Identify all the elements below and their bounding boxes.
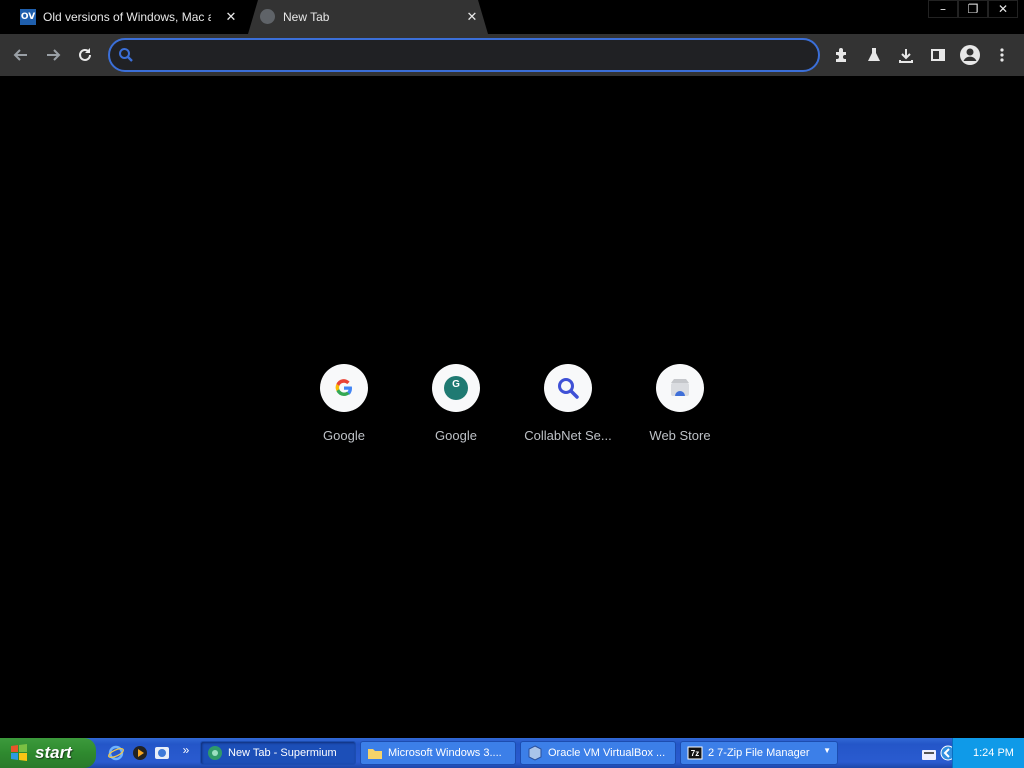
shortcut-tile[interactable]: Web Store — [624, 364, 736, 464]
shortcut-label: Web Store — [649, 428, 711, 443]
close-icon[interactable]: ✕ — [464, 9, 480, 25]
address-bar[interactable] — [108, 38, 820, 72]
start-label: start — [35, 743, 72, 762]
tab-title: Old versions of Windows, Mac and Linux s… — [43, 10, 211, 24]
shortcut-tile[interactable]: Google — [288, 364, 400, 464]
shortcut-label: Google — [323, 428, 365, 443]
virtualbox-icon — [528, 745, 542, 761]
start-button[interactable]: start — [0, 738, 96, 768]
google-g-badge-icon: G — [432, 364, 480, 412]
system-tray: 1:24 PM — [952, 738, 1024, 768]
media-player-icon[interactable] — [130, 743, 150, 763]
svg-text:7z: 7z — [691, 749, 699, 758]
restore-icon[interactable]: ❐ — [958, 0, 988, 18]
close-window-icon[interactable]: ✕ — [988, 0, 1018, 18]
keyboard-icon[interactable] — [922, 747, 936, 765]
seven-zip-icon: 7z — [687, 746, 703, 760]
tab-old-versions[interactable]: OV Old versions of Windows, Mac and Linu… — [12, 0, 244, 34]
close-icon[interactable]: ✕ — [223, 9, 239, 25]
taskbar-item-label: 2 7-Zip File Manager — [708, 747, 810, 759]
tab-title: New Tab — [283, 10, 330, 24]
search-icon — [544, 364, 592, 412]
taskbar: start » New Tab - Supermium Microsoft Wi… — [0, 738, 1024, 768]
side-panel-icon[interactable] — [926, 43, 950, 67]
address-input[interactable] — [140, 45, 800, 65]
google-g-icon — [320, 364, 368, 412]
internet-explorer-icon[interactable] — [106, 743, 126, 763]
new-tab-page: Google G Google CollabNet Se... Web Stor… — [0, 76, 1024, 738]
taskbar-item[interactable]: 7z 2 7-Zip File Manager ▼ — [680, 741, 838, 765]
shortcut-tile[interactable]: G Google — [400, 364, 512, 464]
menu-kebab-icon[interactable] — [990, 43, 1014, 67]
minimize-icon[interactable]: – — [928, 0, 958, 18]
folder-icon — [368, 749, 382, 759]
chevron-down-icon[interactable]: ▼ — [823, 746, 831, 755]
browser-shortcut-icon[interactable] — [152, 743, 172, 763]
extensions-icon[interactable] — [830, 43, 854, 67]
overflow-chevron-icon[interactable]: » — [176, 740, 196, 760]
reload-icon[interactable] — [73, 43, 97, 67]
labs-flask-icon[interactable] — [862, 43, 886, 67]
shortcut-tile[interactable]: CollabNet Se... — [512, 364, 624, 464]
profile-avatar-icon[interactable] — [958, 43, 982, 67]
taskbar-item-label: Oracle VM VirtualBox ... — [548, 747, 666, 759]
tab-strip: OV Old versions of Windows, Mac and Linu… — [0, 0, 1024, 34]
search-icon — [119, 48, 133, 62]
back-icon[interactable] — [9, 43, 33, 67]
taskbar-item-label: Microsoft Windows 3.... — [388, 747, 502, 759]
globe-icon — [260, 9, 275, 24]
window-controls: – ❐ ✕ — [928, 0, 1018, 18]
windows-logo-icon — [11, 744, 27, 761]
tab-new-tab[interactable]: New Tab ✕ — [244, 0, 492, 34]
forward-icon[interactable] — [41, 43, 65, 67]
shortcut-label: Google — [435, 428, 477, 443]
taskbar-item[interactable]: Oracle VM VirtualBox ... — [520, 741, 676, 765]
shortcut-label: CollabNet Se... — [524, 428, 612, 443]
download-icon[interactable] — [894, 43, 918, 67]
screen: OV Old versions of Windows, Mac and Linu… — [0, 0, 1024, 768]
supermium-icon — [208, 746, 222, 760]
toolbar — [0, 34, 1024, 76]
taskbar-item[interactable]: Microsoft Windows 3.... — [360, 741, 516, 765]
taskbar-item[interactable]: New Tab - Supermium — [200, 741, 356, 765]
web-store-icon — [656, 364, 704, 412]
svg-text:G: G — [452, 379, 460, 390]
taskbar-item-label: New Tab - Supermium — [228, 747, 337, 759]
ov-favicon-icon: OV — [20, 9, 36, 25]
clock[interactable]: 1:24 PM — [973, 747, 1014, 759]
